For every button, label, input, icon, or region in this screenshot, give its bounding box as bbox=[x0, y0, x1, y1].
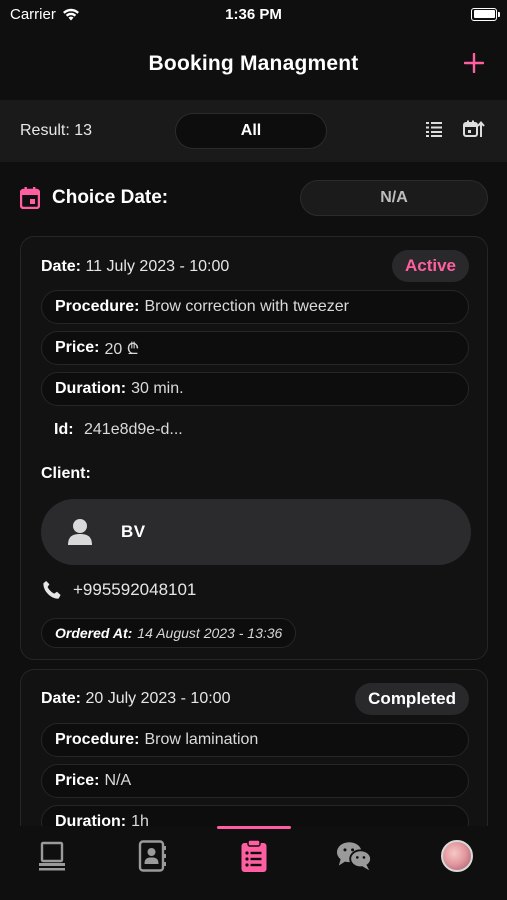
sort-icons bbox=[425, 120, 485, 138]
tab-bar bbox=[0, 826, 507, 900]
list-icon[interactable] bbox=[425, 120, 443, 138]
price-row: Price: 20 ₾ bbox=[41, 331, 469, 365]
ordered-at-row: Ordered At: 14 August 2023 - 13:36 bbox=[41, 618, 297, 648]
contacts-icon bbox=[138, 840, 166, 872]
filter-bar: Result: 13 All bbox=[0, 100, 507, 162]
user-icon bbox=[68, 519, 92, 545]
status-badge: Active bbox=[391, 250, 469, 282]
clipboard-icon bbox=[241, 839, 267, 872]
choice-date-label: Choice Date: bbox=[52, 187, 169, 208]
procedure-label: Procedure: bbox=[55, 298, 140, 315]
duration-label: Duration: bbox=[55, 380, 127, 397]
tab-dashboard[interactable] bbox=[34, 838, 70, 874]
price-value: N/A bbox=[104, 772, 132, 789]
phone-icon bbox=[43, 581, 61, 599]
status-badge: Completed bbox=[355, 683, 469, 715]
booking-date: Date: 20 July 2023 - 10:00 bbox=[41, 690, 230, 708]
id-label: Id: bbox=[54, 421, 74, 438]
profile-avatar bbox=[441, 840, 473, 872]
client-label: Client: bbox=[41, 465, 91, 482]
status-left: Carrier bbox=[10, 6, 80, 23]
price-label: Price: bbox=[55, 339, 100, 356]
duration-row: Duration: 30 min. bbox=[41, 372, 469, 406]
booking-date-value: 11 July 2023 - 10:00 bbox=[85, 258, 230, 275]
date-picker-button[interactable]: N/A bbox=[300, 180, 488, 216]
add-booking-button[interactable] bbox=[461, 50, 487, 76]
procedure-label: Procedure: bbox=[55, 731, 140, 748]
price-row: Price: N/A bbox=[41, 764, 469, 798]
chat-icon bbox=[336, 842, 372, 871]
calendar-icon bbox=[20, 187, 40, 209]
ordered-at-label: Ordered At: bbox=[55, 625, 133, 641]
id-row: Id: 241e8d9e-d... bbox=[54, 421, 183, 439]
date-filter-row: Choice Date: N/A bbox=[20, 178, 488, 218]
calendar-sort-icon[interactable] bbox=[463, 120, 485, 138]
id-value: 241e8d9e-d... bbox=[84, 421, 183, 438]
status-bar: Carrier 1:36 PM bbox=[0, 0, 507, 28]
client-button[interactable]: BV bbox=[41, 499, 471, 565]
phone-number: +995592048101 bbox=[73, 580, 197, 599]
tab-profile[interactable] bbox=[439, 838, 475, 874]
booking-date-value: 20 July 2023 - 10:00 bbox=[85, 690, 231, 707]
price-label: Price: bbox=[55, 772, 100, 789]
procedure-value: Brow correction with tweezer bbox=[144, 298, 349, 315]
booking-date: Date: 11 July 2023 - 10:00 bbox=[41, 258, 229, 276]
procedure-row: Procedure: Brow lamination bbox=[41, 723, 469, 757]
plus-icon bbox=[463, 52, 485, 74]
price-value: 20 ₾ bbox=[104, 341, 140, 358]
battery-icon bbox=[471, 7, 500, 21]
tab-contacts[interactable] bbox=[134, 838, 170, 874]
tab-bookings[interactable] bbox=[236, 838, 272, 874]
result-count: Result: 13 bbox=[20, 122, 93, 139]
procedure-value: Brow lamination bbox=[144, 731, 259, 748]
nav-bar: Booking Managment bbox=[0, 28, 507, 100]
procedure-row: Procedure: Brow correction with tweezer bbox=[41, 290, 469, 324]
page-title: Booking Managment bbox=[148, 52, 359, 75]
client-name: BV bbox=[121, 522, 146, 541]
duration-value: 30 min. bbox=[131, 380, 184, 397]
phone-row[interactable]: +995592048101 bbox=[41, 579, 196, 601]
booking-date-label: Date: bbox=[41, 690, 82, 707]
status-filter-button[interactable]: All bbox=[175, 113, 327, 149]
carrier-label: Carrier bbox=[10, 5, 56, 23]
booking-date-label: Date: bbox=[41, 258, 82, 275]
tab-chat[interactable] bbox=[336, 838, 372, 874]
laptop-icon bbox=[39, 841, 65, 871]
wifi-icon bbox=[62, 8, 79, 20]
active-tab-indicator bbox=[217, 826, 291, 829]
booking-card[interactable]: Date: 11 July 2023 - 10:00 Active Proced… bbox=[20, 236, 488, 660]
ordered-at-value: 14 August 2023 - 13:36 bbox=[137, 625, 283, 641]
